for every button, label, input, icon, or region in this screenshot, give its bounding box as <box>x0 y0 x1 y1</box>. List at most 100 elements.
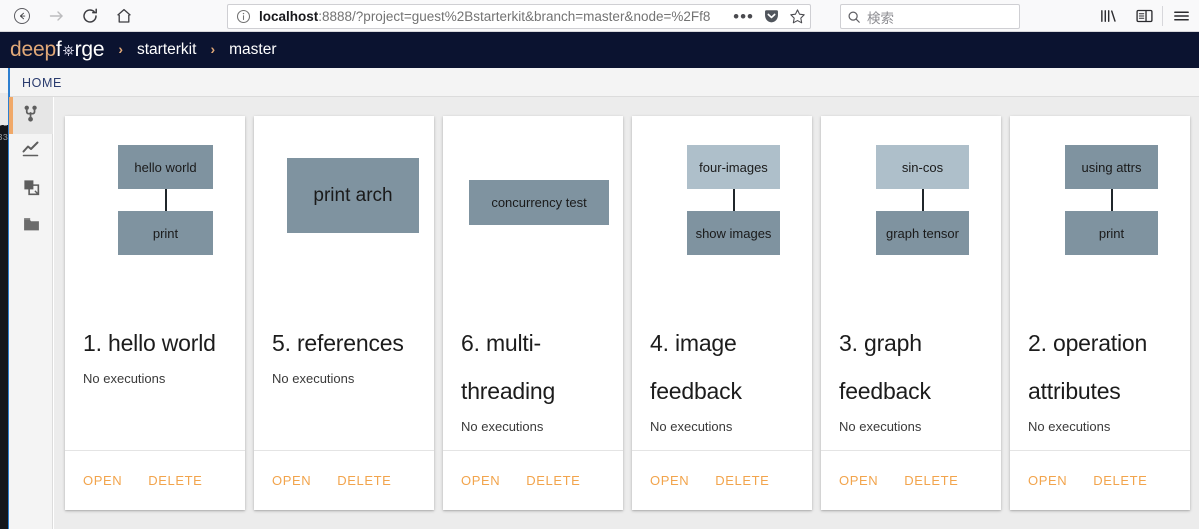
deepforge-logo[interactable]: deep f rge <box>10 38 105 62</box>
url-text: localhost:8888/?project=guest%2Bstarterk… <box>259 5 725 28</box>
card-actions: OPEN DELETE <box>821 450 1001 510</box>
card-title: 1. hello world <box>83 330 216 356</box>
pocket-icon[interactable] <box>763 8 780 25</box>
search-input[interactable]: 検索 <box>867 7 894 27</box>
url-bar[interactable]: localhost:8888/?project=guest%2Bstarterk… <box>227 4 811 29</box>
breadcrumb-separator-2: › <box>210 41 216 57</box>
back-button[interactable] <box>6 2 38 30</box>
open-button[interactable]: OPEN <box>839 473 878 488</box>
branches-icon <box>22 104 41 128</box>
star-icon[interactable] <box>789 8 806 25</box>
pipeline-edge <box>733 189 735 211</box>
card-title: 4. image feedback <box>650 330 742 404</box>
card-title: 2. operation attributes <box>1028 330 1148 404</box>
info-circle-icon[interactable] <box>236 9 251 24</box>
card-actions: OPEN DELETE <box>65 450 245 510</box>
open-button[interactable]: OPEN <box>272 473 311 488</box>
library-box-icon <box>22 215 41 239</box>
collapsed-panel-sliver[interactable]: 88881000333 <box>0 93 8 529</box>
browser-toolbar: localhost:8888/?project=guest%2Bstarterk… <box>0 0 1199 32</box>
card-body: 2. operation attributes No executions <box>1010 313 1190 450</box>
pipeline-thumbnail[interactable]: four-images show images <box>632 116 812 313</box>
pipeline-card[interactable]: print arch 5. references No executions O… <box>254 116 434 510</box>
card-status: No executions <box>1028 419 1111 434</box>
tab-home[interactable]: HOME <box>22 68 62 97</box>
pipeline-card[interactable]: concurrency test 6. multi-threading No e… <box>443 116 623 510</box>
pipeline-node: print arch <box>287 158 419 233</box>
card-status: No executions <box>650 419 733 434</box>
delete-button[interactable]: DELETE <box>148 473 202 488</box>
pipeline-thumbnail[interactable]: sin-cos graph tensor <box>821 116 1001 313</box>
sidebar-item-branches[interactable] <box>9 97 53 134</box>
card-status: No executions <box>461 419 544 434</box>
open-button[interactable]: OPEN <box>650 473 689 488</box>
hamburger-menu-icon[interactable] <box>1163 0 1199 32</box>
pipeline-thumbnail[interactable]: print arch <box>254 116 434 313</box>
sidebar-item-executions[interactable] <box>9 134 53 171</box>
pipeline-node: four-images <box>687 145 780 189</box>
card-actions: OPEN DELETE <box>632 450 812 510</box>
pipeline-node: print <box>118 211 213 255</box>
card-status: No executions <box>83 371 166 386</box>
url-host: localhost <box>259 9 319 24</box>
sidebar-icon[interactable] <box>1126 0 1162 32</box>
url-bar-actions: ••• <box>725 8 806 25</box>
breadcrumb-separator-1: › <box>118 41 123 57</box>
card-actions: OPEN DELETE <box>1010 450 1190 510</box>
url-path: :8888/?project=guest%2Bstarterkit&branch… <box>318 9 711 24</box>
pipeline-node: graph tensor <box>876 211 969 255</box>
logo-text-rge: rge <box>74 38 105 61</box>
pipeline-edge <box>165 189 167 211</box>
card-status: No executions <box>272 371 355 386</box>
open-button[interactable]: OPEN <box>461 473 500 488</box>
delete-button[interactable]: DELETE <box>715 473 769 488</box>
library-icon[interactable] <box>1090 0 1126 32</box>
card-title: 6. multi-threading <box>461 330 556 404</box>
pipeline-thumbnail[interactable]: using attrs print <box>1010 116 1190 313</box>
app-header: deep f rge › starterkit › master <box>0 32 1199 68</box>
open-button[interactable]: OPEN <box>1028 473 1067 488</box>
ellipsis-icon[interactable]: ••• <box>733 8 754 25</box>
pipeline-card[interactable]: using attrs print 2. operation attribute… <box>1010 116 1190 510</box>
pipeline-card-list: hello world print 1. hello world No exec… <box>65 116 1190 510</box>
card-body: 3. graph feedback No executions <box>821 313 1001 450</box>
pipeline-card[interactable]: sin-cos graph tensor 3. graph feedback N… <box>821 116 1001 510</box>
pipeline-node: concurrency test <box>469 180 609 225</box>
pipeline-canvas: hello world print 1. hello world No exec… <box>54 97 1199 529</box>
pipeline-edge <box>1111 189 1113 211</box>
sidebar-item-artifacts[interactable] <box>9 171 53 208</box>
artifacts-icon <box>22 178 41 202</box>
card-body: 5. references No executions <box>254 313 434 450</box>
sliver-top-cap <box>0 93 8 125</box>
executions-icon <box>21 140 41 165</box>
delete-button[interactable]: DELETE <box>337 473 391 488</box>
forward-button[interactable] <box>40 2 72 30</box>
pipeline-thumbnail[interactable]: hello world print <box>65 116 245 313</box>
search-icon <box>847 10 861 24</box>
delete-button[interactable]: DELETE <box>526 473 580 488</box>
card-body: 1. hello world No executions <box>65 313 245 450</box>
pipeline-node: using attrs <box>1065 145 1158 189</box>
gear-icon <box>62 44 75 57</box>
breadcrumb-branch[interactable]: master <box>229 41 276 59</box>
sidebar-item-libraries[interactable] <box>9 208 53 245</box>
delete-button[interactable]: DELETE <box>1093 473 1147 488</box>
pipeline-node: hello world <box>118 145 213 189</box>
logo-text-deep: deep <box>10 38 56 61</box>
pipeline-thumbnail[interactable]: concurrency test <box>443 116 623 313</box>
pipeline-node: sin-cos <box>876 145 969 189</box>
breadcrumb-project[interactable]: starterkit <box>137 41 196 59</box>
delete-button[interactable]: DELETE <box>904 473 958 488</box>
card-title: 3. graph feedback <box>839 330 931 404</box>
reload-button[interactable] <box>74 2 106 30</box>
pipeline-card[interactable]: hello world print 1. hello world No exec… <box>65 116 245 510</box>
browser-search-bar[interactable]: 検索 <box>840 4 1020 29</box>
open-button[interactable]: OPEN <box>83 473 122 488</box>
home-button[interactable] <box>108 2 140 30</box>
tool-rail <box>9 97 53 529</box>
card-actions: OPEN DELETE <box>443 450 623 510</box>
card-body: 4. image feedback No executions <box>632 313 812 450</box>
browser-right-controls <box>1090 0 1199 32</box>
pipeline-card[interactable]: four-images show images 4. image feedbac… <box>632 116 812 510</box>
card-status: No executions <box>839 419 922 434</box>
